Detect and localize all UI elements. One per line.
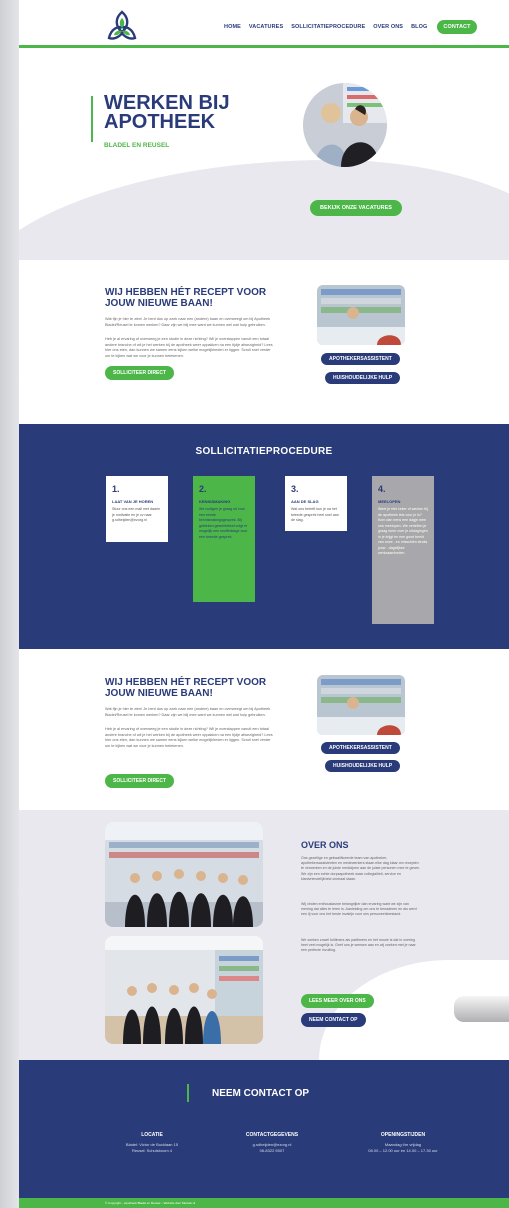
nav-blog[interactable]: BLOG <box>411 24 427 30</box>
footer-column-heading: LOCATIE <box>141 1132 163 1138</box>
nav-home[interactable]: HOME <box>224 24 241 30</box>
footer-column-heading: CONTACTGEGEVENS <box>245 1132 299 1138</box>
team-photo-1 <box>105 822 263 927</box>
apothekersassistent-tag[interactable]: APOTHEKERSASSISTENT <box>321 742 400 754</box>
copyright-bar: © Copyright – Apotheek Bladel en Reusel … <box>19 1198 509 1208</box>
over-paragraph-2: Wij vinden enthousiasme belangrijker dan… <box>301 902 417 917</box>
hero-subtitle: BLADEL EN REUSEL <box>104 142 170 149</box>
page: HOME VACATURES SOLLICITATIEPROCEDURE OVE… <box>19 0 509 1208</box>
over-paragraph-3: We zoeken zowel fulltimers als parttimer… <box>301 938 416 953</box>
card-description: Wat ons betreft kun je na het tweede ges… <box>291 507 339 522</box>
procedure-card-1: 1. LAAT VAN JE HOREN Stuur ons een mail … <box>106 476 168 542</box>
footer-title: NEEM CONTACT OP <box>212 1088 310 1099</box>
scroll-to-top-handle[interactable] <box>454 996 509 1022</box>
neem-contact-op-button[interactable]: NEEM CONTACT OP <box>301 1013 366 1027</box>
over-ons-title: OVER ONS <box>301 840 349 850</box>
recept-section-2: WIJ HEBBEN HÉT RECEPT VOOR JOUW NIEUWE B… <box>19 652 509 802</box>
card-number: 2. <box>199 484 207 494</box>
footer-contactgegevens: CONTACTGEGEVENS g.sdheijden@ezorg.nl 06-… <box>217 1132 327 1154</box>
contact-footer: NEEM CONTACT OP LOCATIE Bladel: Victor d… <box>19 1060 509 1198</box>
footer-phone-link[interactable]: 06-8322 5507 <box>217 1148 327 1154</box>
recept-paragraph-2: Heb je al ervaring of overweeg je een st… <box>105 337 273 358</box>
apotheek-logo-icon[interactable] <box>105 10 139 42</box>
recept-title: WIJ HEBBEN HÉT RECEPT VOOR JOUW NIEUWE B… <box>105 677 267 699</box>
card-description: We nodigen je graag uit voor een eerste … <box>199 507 248 539</box>
bekijk-vacatures-button[interactable]: BEKIJK ONZE VACATURES <box>310 200 402 216</box>
hero-title: WERKEN BIJ APOTHEEK <box>104 92 230 133</box>
card-number: 3. <box>291 484 299 494</box>
footer-locatie: LOCATIE Bladel: Victor de Bucklaan 15 Re… <box>97 1132 207 1154</box>
procedure-title: SOLLICITATIEPROCEDURE <box>195 446 333 457</box>
hero-section: WERKEN BIJ APOTHEEK BLADEL EN REUSEL BEK… <box>19 48 509 260</box>
recept-title: WIJ HEBBEN HÉT RECEPT VOOR JOUW NIEUWE B… <box>105 287 267 309</box>
card-description: Weet je niet zeker of werken bij de apot… <box>378 507 428 555</box>
procedure-card-3: 3. AAN DE SLAG Wat ons betreft kun je na… <box>285 476 347 531</box>
solliciteer-direct-button[interactable]: SOLLICITEER DIRECT <box>105 366 175 380</box>
footer-accent-bar <box>187 1084 189 1102</box>
over-paragraph-1: Ons gezellige en gekwalificeerde team va… <box>301 856 421 881</box>
lees-meer-button[interactable]: LEES MEER OVER ONS <box>301 994 374 1008</box>
footer-column-heading: OPENINGSTIJDEN <box>380 1132 426 1138</box>
nav-contact-button[interactable]: CONTACT <box>437 20 477 34</box>
hero-accent-bar <box>91 96 93 142</box>
huishoudelijke-hulp-tag[interactable]: HUISHOUDELIJKE HULP <box>325 372 401 384</box>
apothekersassistent-tag[interactable]: APOTHEKERSASSISTENT <box>321 353 400 365</box>
card-title: LAAT VAN JE HOREN <box>112 499 154 504</box>
solliciteer-direct-button[interactable]: SOLLICITEER DIRECT <box>105 774 175 788</box>
footer-line: 08.00 – 12.00 uur en 14.00 – 17.30 uur <box>368 1148 438 1153</box>
page-shadow <box>0 0 19 1208</box>
recept-paragraph-1: Wat fijn je hier te zien! Je bent dus op… <box>105 707 271 717</box>
hero-background-curve <box>19 160 509 260</box>
card-number: 4. <box>378 484 386 494</box>
pharmacy-photo <box>317 675 405 735</box>
over-ons-section: OVER ONS Ons gezellige en gekwalificeerd… <box>19 810 509 1060</box>
procedure-card-2: 2. KENNISMAKING We nodigen je graag uit … <box>193 476 255 602</box>
procedure-section: SOLLICITATIEPROCEDURE 1. LAAT VAN JE HOR… <box>19 424 509 649</box>
nav-vacatures[interactable]: VACATURES <box>249 24 283 30</box>
site-header: HOME VACATURES SOLLICITATIEPROCEDURE OVE… <box>19 0 509 48</box>
recept-paragraph-2: Heb je al ervaring of overweeg je een st… <box>105 727 273 748</box>
card-title: AAN DE SLAG <box>291 499 319 504</box>
card-number: 1. <box>112 484 120 494</box>
card-title: KENNISMAKING <box>199 499 231 504</box>
procedure-card-4: 4. MEELOPEN Weet je niet zeker of werken… <box>372 476 434 624</box>
nav-over-ons[interactable]: OVER ONS <box>373 24 403 30</box>
team-photo-2 <box>105 936 263 1044</box>
pharmacy-photo <box>317 285 405 345</box>
recept-section-1: WIJ HEBBEN HÉT RECEPT VOOR JOUW NIEUWE B… <box>19 262 509 412</box>
footer-line: Reusel: Schuisboom 4 <box>131 1148 173 1153</box>
nav-sollicitatieprocedure[interactable]: SOLLICITATIEPROCEDURE <box>291 24 365 30</box>
card-title: MEELOPEN <box>378 499 401 504</box>
recept-paragraph-1: Wat fijn je hier te zien! Je bent dus op… <box>105 317 271 327</box>
huishoudelijke-hulp-tag[interactable]: HUISHOUDELIJKE HULP <box>325 760 401 772</box>
card-description: Stuur ons een mail met daarin je motivat… <box>112 507 160 522</box>
hero-photo <box>303 83 387 167</box>
main-nav: HOME VACATURES SOLLICITATIEPROCEDURE OVE… <box>224 20 477 34</box>
footer-openingstijden: OPENINGSTIJDEN Maandag t/m vrijdag 08.00… <box>343 1132 463 1154</box>
